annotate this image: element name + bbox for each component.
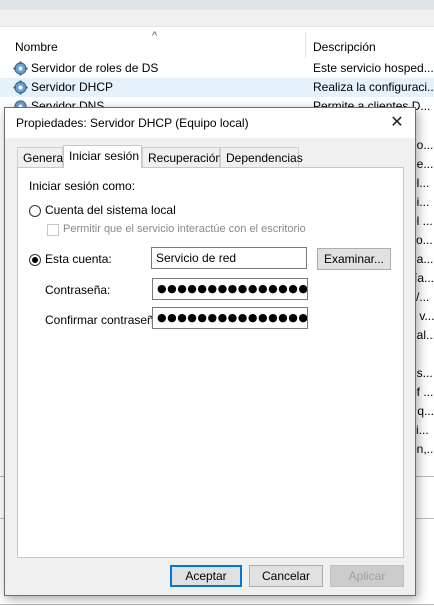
cancel-button[interactable]: Cancelar (249, 565, 323, 587)
sort-ascending-icon: ^ (152, 30, 158, 42)
close-icon[interactable]: ✕ (383, 112, 411, 134)
column-header-description[interactable]: Descripción (313, 40, 376, 54)
service-gear-icon (13, 61, 28, 76)
dialog-titlebar[interactable]: Propiedades: Servidor DHCP (Equipo local… (5, 108, 415, 138)
services-list-header: ^ Nombre Descripción (0, 30, 434, 58)
service-row[interactable]: Servidor de roles de DS Este servicio ho… (0, 59, 434, 78)
logon-tab-panel: Iniciar sesión como: Cuenta del sistema … (17, 167, 404, 558)
service-gear-icon (13, 80, 28, 95)
tab-recuperacion[interactable]: Recuperación (142, 147, 222, 167)
this-account-radio[interactable] (29, 254, 41, 266)
window-top-band (0, 0, 434, 10)
column-header-name[interactable]: Nombre (15, 40, 58, 54)
dialog-title: Propiedades: Servidor DHCP (Equipo local… (16, 116, 249, 130)
service-description: Realiza la configuraci... (313, 80, 434, 94)
browse-button[interactable]: Examinar... (317, 248, 391, 270)
tab-iniciar-sesion[interactable]: Iniciar sesión (63, 145, 142, 168)
confirm-password-label: Confirmar contraseña: (45, 313, 164, 327)
tab-dependencias[interactable]: Dependencias (220, 147, 303, 167)
service-row-selected[interactable]: Servidor DHCP Realiza la configuraci... (0, 78, 434, 97)
password-label: Contraseña: (45, 283, 111, 297)
confirm-password-input[interactable]: ●●●●●●●●●●●●●●● (152, 307, 308, 329)
list-divider (0, 604, 434, 605)
logon-heading: Iniciar sesión como: (29, 179, 136, 193)
this-account-label[interactable]: Esta cuenta: (45, 252, 112, 266)
apply-button[interactable]: Aplicar (330, 565, 404, 587)
ok-button[interactable]: Aceptar (170, 565, 242, 587)
local-system-radio[interactable] (29, 205, 41, 217)
service-name: Servidor de roles de DS (31, 61, 159, 75)
interact-desktop-checkbox[interactable] (47, 224, 59, 236)
password-input[interactable]: ●●●●●●●●●●●●●●● (152, 278, 308, 300)
toolbar-strip (0, 10, 434, 27)
interact-desktop-label: Permitir que el servicio interactúe con … (63, 223, 306, 235)
service-description: Este servicio hosped... (313, 61, 434, 75)
account-input[interactable]: Servicio de red (151, 247, 307, 269)
tab-general[interactable]: General (17, 147, 66, 167)
local-system-label[interactable]: Cuenta del sistema local (45, 203, 176, 217)
properties-dialog: Propiedades: Servidor DHCP (Equipo local… (4, 107, 416, 596)
column-separator[interactable] (305, 32, 306, 58)
service-name: Servidor DHCP (31, 80, 114, 94)
